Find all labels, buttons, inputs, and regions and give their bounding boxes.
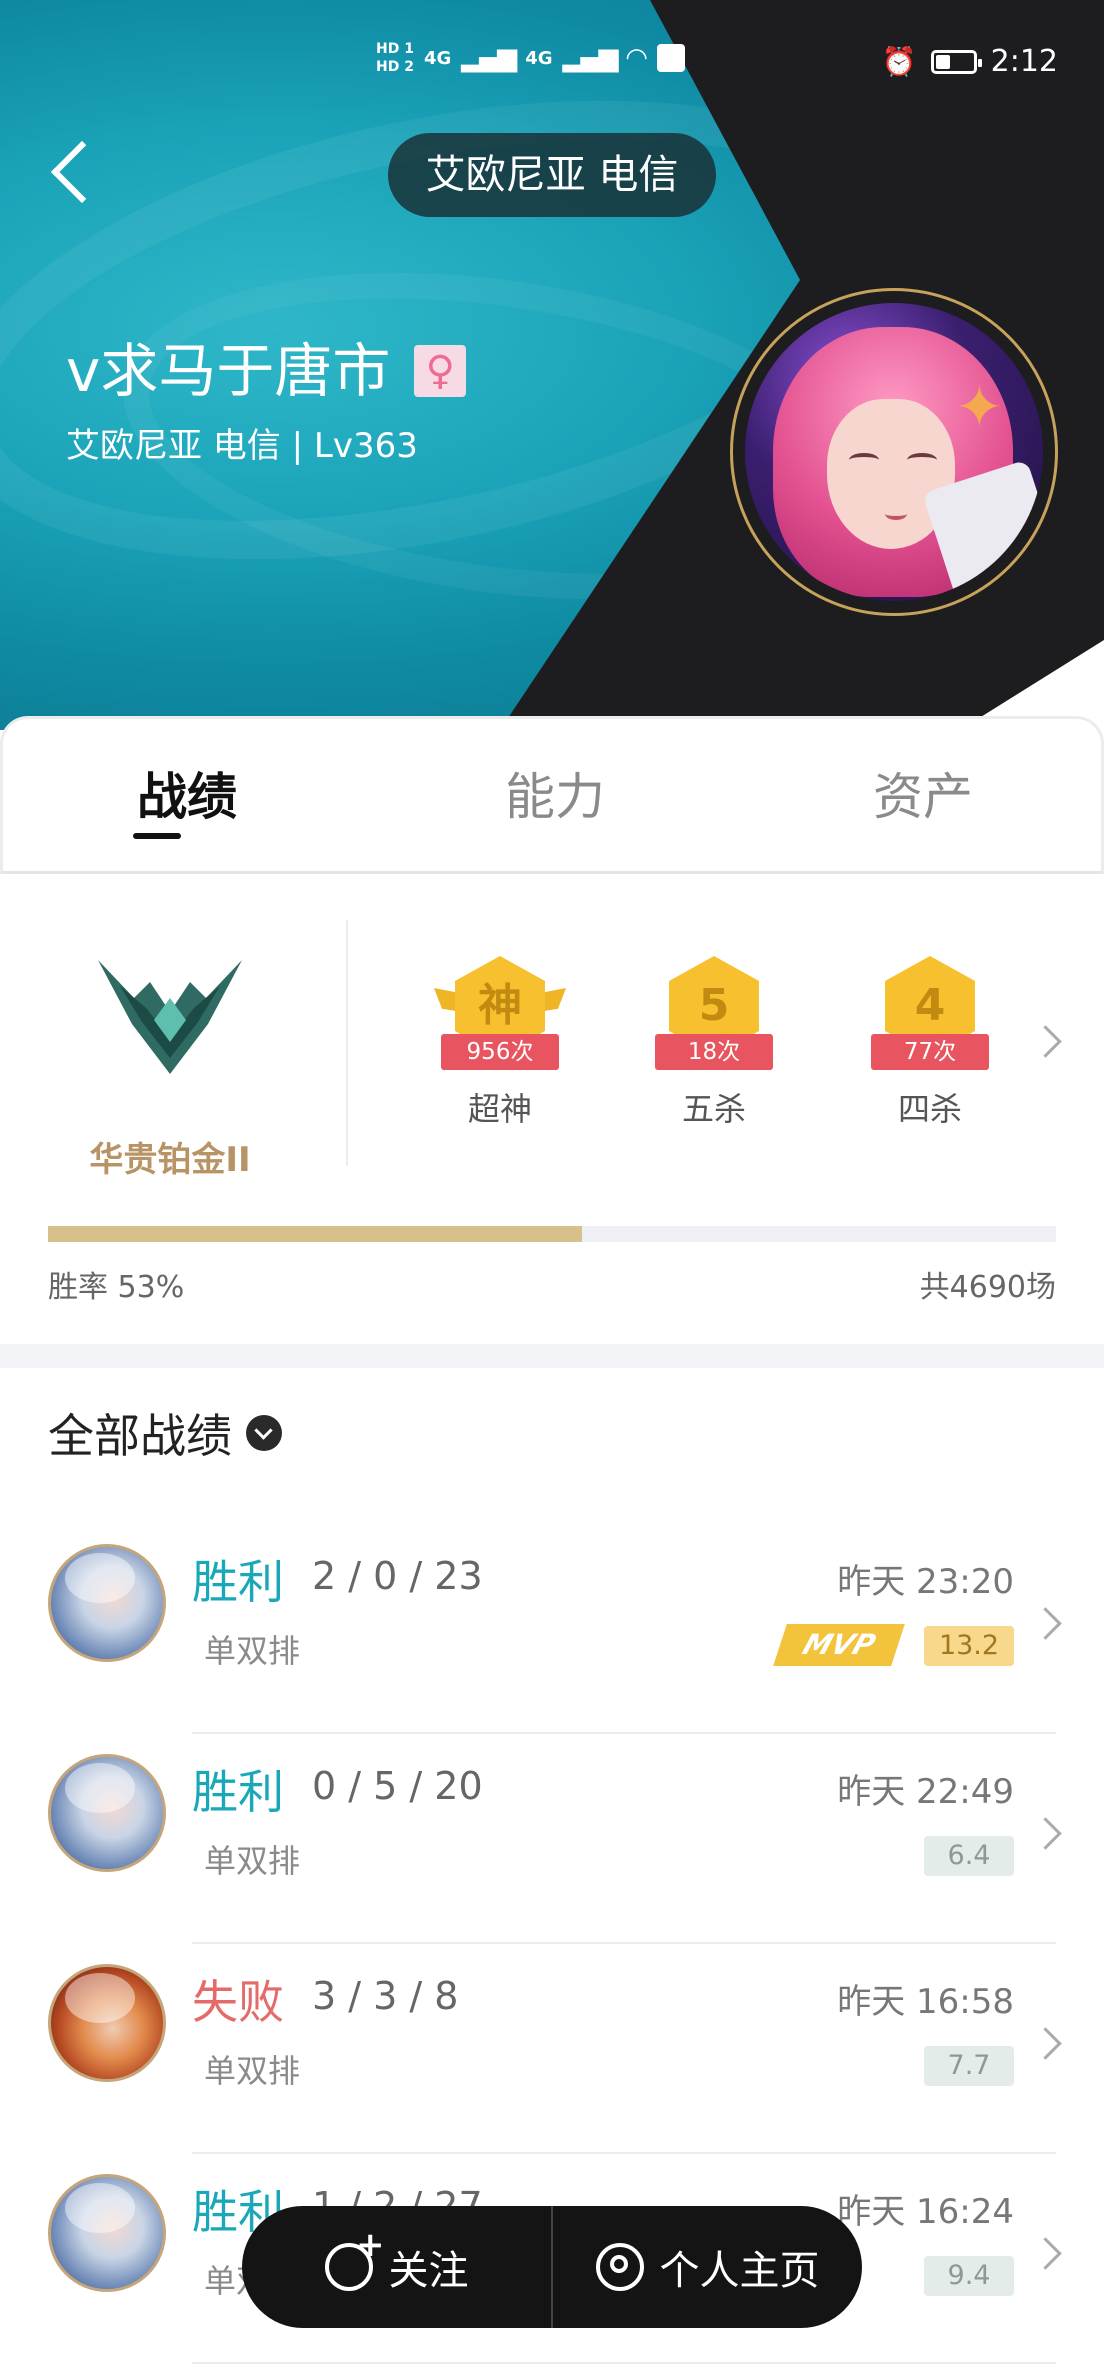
chevron-right-icon[interactable] — [1029, 1025, 1062, 1058]
avatar-mouth — [885, 508, 907, 520]
match-score: 13.2 — [924, 1626, 1014, 1666]
server-selector[interactable]: 艾欧尼亚 电信 — [388, 133, 716, 217]
badge-label: 五杀 — [681, 1090, 746, 1128]
tab-assets[interactable]: 资产 — [823, 757, 1023, 829]
match-kda: 3 / 3 / 8 — [312, 1974, 459, 2018]
player-nickname: v求马于唐市 — [66, 337, 391, 405]
win-rate-fill — [48, 1226, 583, 1242]
total-games: 共4690场 — [919, 1270, 1056, 1305]
player-server-level: 艾欧尼亚 电信 | Lv363 — [66, 426, 418, 466]
chevron-right-icon — [1029, 1817, 1062, 1850]
follow-icon — [324, 2225, 385, 2291]
match-row[interactable]: 胜利 0 / 5 / 20 单双排 昨天 22:49 6.4 — [0, 1734, 1104, 1944]
match-result: 胜利 — [192, 1555, 284, 1609]
hero-icon — [48, 1544, 166, 1662]
avatar-eye — [907, 453, 937, 467]
rank-name: 华贵铂金II — [89, 1140, 251, 1180]
badge-count: 956次 — [441, 1034, 559, 1070]
rank-emblem-icon — [98, 960, 242, 1074]
match-time: 昨天 16:24 — [837, 2192, 1014, 2232]
player-name-row: v求马于唐市 ♀ — [66, 336, 467, 406]
match-mode: 单双排 — [204, 1842, 301, 1880]
profile-home-label: 个人主页 — [659, 2248, 820, 2294]
hero-icon — [48, 1754, 166, 1872]
chevron-down-icon — [246, 1415, 282, 1451]
active-tab-indicator — [133, 833, 181, 839]
match-kda: 0 / 5 / 20 — [312, 1764, 483, 1808]
female-gender-icon: ♀ — [414, 345, 467, 397]
avatar-image: ✦ — [745, 303, 1043, 601]
hero-highlight — [65, 2183, 135, 2233]
signal-icon: ▂▄▆ — [461, 43, 517, 73]
badge-count: 18次 — [655, 1034, 773, 1070]
match-filter-label: 全部战绩 — [48, 1409, 232, 1463]
hero-highlight — [65, 1553, 135, 1603]
match-score: 6.4 — [924, 1836, 1014, 1876]
hd1-label: HD 1 — [376, 41, 414, 57]
hero-highlight — [65, 1973, 135, 2023]
badge-count: 77次 — [871, 1034, 989, 1070]
match-result: 胜利 — [192, 1765, 284, 1819]
chevron-right-icon — [1029, 1607, 1062, 1640]
match-mode: 单双排 — [204, 2052, 301, 2090]
tab-ability[interactable]: 能力 — [455, 757, 655, 829]
avatar-eye — [849, 453, 879, 467]
match-score: 9.4 — [924, 2256, 1014, 2296]
net1-label: 4G — [423, 47, 452, 69]
divider — [346, 920, 348, 1166]
clock: 2:12 — [990, 44, 1058, 79]
follow-button[interactable]: 关注 — [242, 2206, 551, 2328]
match-score: 7.7 — [924, 2046, 1014, 2086]
match-time: 昨天 16:58 — [837, 1982, 1014, 2022]
hd2-label: HD 2 — [376, 59, 414, 75]
user-icon — [595, 2243, 644, 2291]
app-notification-icon — [656, 44, 685, 72]
match-row[interactable]: 失败 3 / 3 / 8 单双排 昨天 16:58 7.7 — [0, 1944, 1104, 2154]
alarm-icon: ⏰ — [881, 45, 917, 78]
badge-pentakill: 5 18次 五杀 — [644, 956, 784, 1130]
star-icon: ✦ — [955, 373, 1004, 441]
net2-label: 4G — [525, 47, 553, 69]
hero-icon — [48, 1964, 166, 2082]
follow-label: 关注 — [388, 2248, 469, 2294]
win-rate-text: 胜率 53% — [48, 1270, 185, 1305]
signal-icon: ▂▄▆ — [562, 43, 619, 73]
status-right-icons: ⏰ 2:12 — [882, 44, 1058, 79]
match-mode: 单双排 — [204, 1632, 301, 1670]
match-row[interactable]: 胜利 2 / 0 / 23 单双排 昨天 23:20 MVP 13.2 — [0, 1524, 1104, 1734]
badge-label: 四杀 — [897, 1090, 962, 1128]
hero-highlight — [65, 1763, 135, 1813]
tab-match-history[interactable]: 战绩 — [87, 757, 287, 829]
mvp-badge-icon: MVP — [773, 1624, 905, 1666]
status-bar: HD 1 HD 2 4G ▂▄▆ 4G ▂▄▆ ◠ ⏰ 2:12 — [0, 40, 1104, 90]
match-result: 失败 — [192, 1975, 284, 2029]
match-time: 昨天 22:49 — [837, 1772, 1014, 1812]
status-left-icons: HD 1 HD 2 4G ▂▄▆ 4G ▂▄▆ ◠ — [376, 40, 685, 76]
profile-home-button[interactable]: 个人主页 — [553, 2206, 862, 2328]
match-time: 昨天 23:20 — [837, 1562, 1014, 1602]
back-icon[interactable] — [46, 138, 90, 202]
hero-icon — [48, 2174, 166, 2292]
win-rate-bar — [48, 1226, 1056, 1242]
battery-icon — [930, 49, 982, 74]
match-filter-dropdown[interactable]: 全部战绩 — [48, 1400, 282, 1466]
badge-legendary: 神 956次 超神 — [430, 956, 570, 1130]
profile-header: HD 1 HD 2 4G ▂▄▆ 4G ▂▄▆ ◠ ⏰ 2:12 艾欧尼亚 电信… — [0, 0, 1104, 730]
wifi-icon: ◠ — [626, 43, 647, 73]
match-kda: 2 / 0 / 23 — [312, 1554, 483, 1598]
row-divider — [192, 2362, 1056, 2364]
profile-tabs: 战绩 能力 资产 — [0, 716, 1104, 874]
avatar[interactable]: ✦ — [730, 288, 1058, 616]
chevron-right-icon — [1029, 2027, 1062, 2060]
section-divider — [0, 1344, 1104, 1368]
hd-indicator: HD 1 HD 2 — [376, 40, 414, 76]
badge-quadrakill: 4 77次 四杀 — [860, 956, 1000, 1130]
chevron-right-icon — [1029, 2237, 1062, 2270]
floating-action-bar: 关注 个人主页 — [242, 2206, 862, 2328]
badge-label: 超神 — [467, 1090, 532, 1128]
